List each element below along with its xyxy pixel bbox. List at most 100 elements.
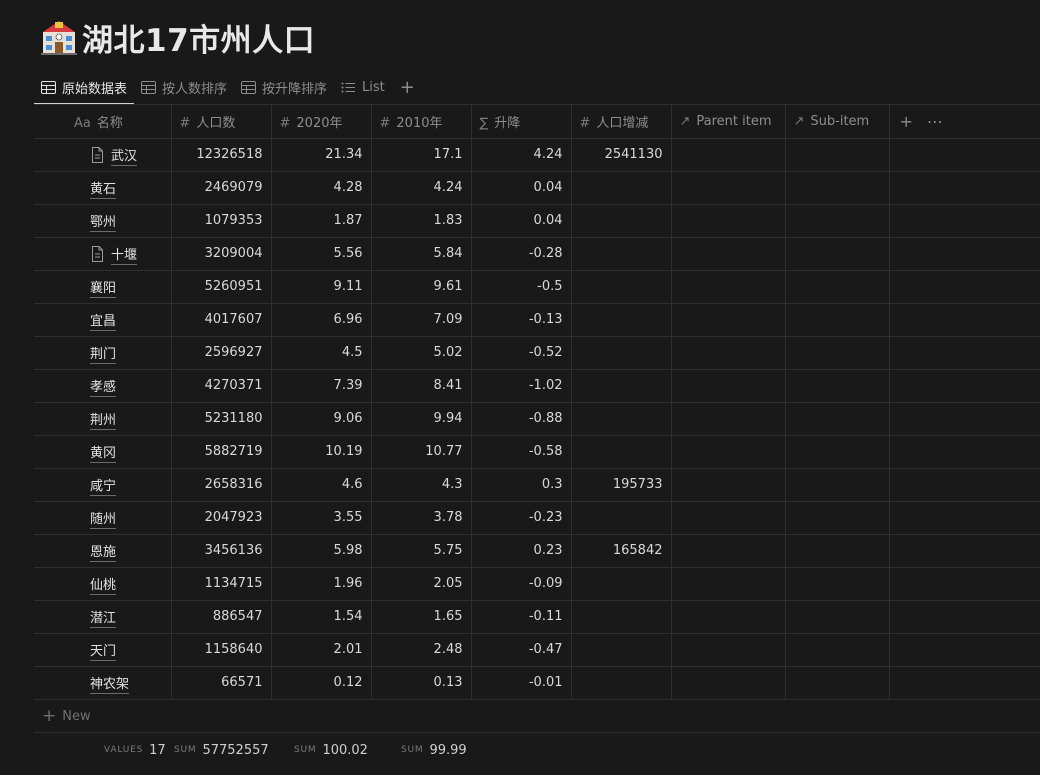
cell-population[interactable]: 2047923 xyxy=(171,501,272,535)
cell-parent-item[interactable] xyxy=(671,402,786,436)
cell-sub-item[interactable] xyxy=(785,468,890,502)
table-row[interactable]: 黄冈 5882719 10.19 10.77 -0.58 xyxy=(34,435,1040,469)
cell-population-delta[interactable] xyxy=(571,336,672,370)
cell-change[interactable]: -0.52 xyxy=(471,336,572,370)
cell-sub-item[interactable] xyxy=(785,336,890,370)
school-building-icon[interactable] xyxy=(40,18,78,56)
add-view-icon[interactable]: + xyxy=(392,77,423,98)
cell-population-delta[interactable] xyxy=(571,567,672,601)
cell-sub-item[interactable] xyxy=(785,501,890,535)
cell-sub-item[interactable] xyxy=(785,534,890,568)
cell-parent-item[interactable] xyxy=(671,270,786,304)
column-header-parent-item[interactable]: ↗ Parent item xyxy=(671,105,786,139)
cell-parent-item[interactable] xyxy=(671,204,786,238)
cell-sub-item[interactable] xyxy=(785,138,890,172)
cell-name[interactable]: 黄冈 xyxy=(34,435,172,469)
cell-2010[interactable]: 5.02 xyxy=(371,336,472,370)
cell-change[interactable]: -0.47 xyxy=(471,633,572,667)
cell-2020[interactable]: 10.19 xyxy=(271,435,372,469)
cell-2020[interactable]: 5.56 xyxy=(271,237,372,271)
cell-empty[interactable] xyxy=(889,336,1040,370)
column-header-population-delta[interactable]: # 人口增减 xyxy=(571,105,672,139)
cell-2020[interactable]: 5.98 xyxy=(271,534,372,568)
table-row[interactable]: 武汉 12326518 21.34 17.1 4.24 2541130 xyxy=(34,138,1040,172)
cell-population[interactable]: 4017607 xyxy=(171,303,272,337)
cell-population[interactable]: 5231180 xyxy=(171,402,272,436)
cell-population-delta[interactable] xyxy=(571,171,672,205)
tab-raw-data-table[interactable]: 原始数据表 xyxy=(34,70,135,105)
table-row[interactable]: 天门 1158640 2.01 2.48 -0.47 xyxy=(34,633,1040,667)
cell-name[interactable]: 神农架 xyxy=(34,666,172,700)
tab-sort-by-population[interactable]: 按人数排序 xyxy=(134,70,234,104)
cell-empty[interactable] xyxy=(889,402,1040,436)
table-row[interactable]: 随州 2047923 3.55 3.78 -0.23 xyxy=(34,501,1040,535)
cell-name[interactable]: 鄂州 xyxy=(34,204,172,238)
cell-2010[interactable]: 1.65 xyxy=(371,600,472,634)
cell-name[interactable]: 随州 xyxy=(34,501,172,535)
cell-parent-item[interactable] xyxy=(671,435,786,469)
cell-name[interactable]: 天门 xyxy=(34,633,172,667)
cell-2010[interactable]: 5.84 xyxy=(371,237,472,271)
cell-parent-item[interactable] xyxy=(671,468,786,502)
cell-name[interactable]: 十堰 xyxy=(34,237,172,271)
column-header-2020[interactable]: #2020年 xyxy=(271,105,372,139)
cell-population-delta[interactable] xyxy=(571,204,672,238)
cell-2020[interactable]: 4.5 xyxy=(271,336,372,370)
cell-2020[interactable]: 7.39 xyxy=(271,369,372,403)
cell-change[interactable]: -0.58 xyxy=(471,435,572,469)
cell-parent-item[interactable] xyxy=(671,369,786,403)
column-header-name[interactable]: Aa 名称 xyxy=(34,105,172,139)
cell-2020[interactable]: 3.55 xyxy=(271,501,372,535)
cell-name[interactable]: 仙桃 xyxy=(34,567,172,601)
cell-2010[interactable]: 8.41 xyxy=(371,369,472,403)
table-row[interactable]: 十堰 3209004 5.56 5.84 -0.28 xyxy=(34,237,1040,271)
cell-2010[interactable]: 10.77 xyxy=(371,435,472,469)
cell-name[interactable]: 襄阳 xyxy=(34,270,172,304)
2010-sum[interactable]: SUM 99.99 xyxy=(401,734,467,766)
cell-sub-item[interactable] xyxy=(785,567,890,601)
cell-2020[interactable]: 9.11 xyxy=(271,270,372,304)
cell-change[interactable]: 0.23 xyxy=(471,534,572,568)
cell-sub-item[interactable] xyxy=(785,237,890,271)
cell-empty[interactable] xyxy=(889,468,1040,502)
cell-change[interactable]: -0.5 xyxy=(471,270,572,304)
table-row[interactable]: 咸宁 2658316 4.6 4.3 0.3 195733 xyxy=(34,468,1040,502)
table-row[interactable]: 宜昌 4017607 6.96 7.09 -0.13 xyxy=(34,303,1040,337)
cell-2010[interactable]: 1.83 xyxy=(371,204,472,238)
cell-2010[interactable]: 17.1 xyxy=(371,138,472,172)
cell-change[interactable]: -0.01 xyxy=(471,666,572,700)
cell-population-delta[interactable] xyxy=(571,237,672,271)
cell-population-delta[interactable]: 2541130 xyxy=(571,138,672,172)
cell-sub-item[interactable] xyxy=(785,600,890,634)
cell-parent-item[interactable] xyxy=(671,303,786,337)
cell-empty[interactable] xyxy=(889,237,1040,271)
cell-change[interactable]: 0.04 xyxy=(471,171,572,205)
cell-change[interactable]: 0.3 xyxy=(471,468,572,502)
cell-empty[interactable] xyxy=(889,303,1040,337)
cell-population[interactable]: 4270371 xyxy=(171,369,272,403)
cell-empty[interactable] xyxy=(889,666,1040,700)
cell-2010[interactable]: 0.13 xyxy=(371,666,472,700)
cell-2020[interactable]: 9.06 xyxy=(271,402,372,436)
column-header-sub-item[interactable]: ↗ Sub-item xyxy=(785,105,890,139)
cell-change[interactable]: 0.04 xyxy=(471,204,572,238)
cell-empty[interactable] xyxy=(889,534,1040,568)
cell-parent-item[interactable] xyxy=(671,171,786,205)
cell-parent-item[interactable] xyxy=(671,534,786,568)
table-row[interactable]: 荆门 2596927 4.5 5.02 -0.52 xyxy=(34,336,1040,370)
2020-sum[interactable]: SUM 100.02 xyxy=(294,734,368,766)
cell-parent-item[interactable] xyxy=(671,567,786,601)
cell-population[interactable]: 12326518 xyxy=(171,138,272,172)
cell-2010[interactable]: 4.3 xyxy=(371,468,472,502)
cell-population-delta[interactable] xyxy=(571,600,672,634)
cell-parent-item[interactable] xyxy=(671,633,786,667)
cell-parent-item[interactable] xyxy=(671,138,786,172)
cell-2010[interactable]: 9.94 xyxy=(371,402,472,436)
cell-population-delta[interactable] xyxy=(571,402,672,436)
cell-sub-item[interactable] xyxy=(785,633,890,667)
cell-2010[interactable]: 5.75 xyxy=(371,534,472,568)
cell-empty[interactable] xyxy=(889,369,1040,403)
cell-population[interactable]: 66571 xyxy=(171,666,272,700)
cell-population[interactable]: 2469079 xyxy=(171,171,272,205)
cell-name[interactable]: 孝感 xyxy=(34,369,172,403)
